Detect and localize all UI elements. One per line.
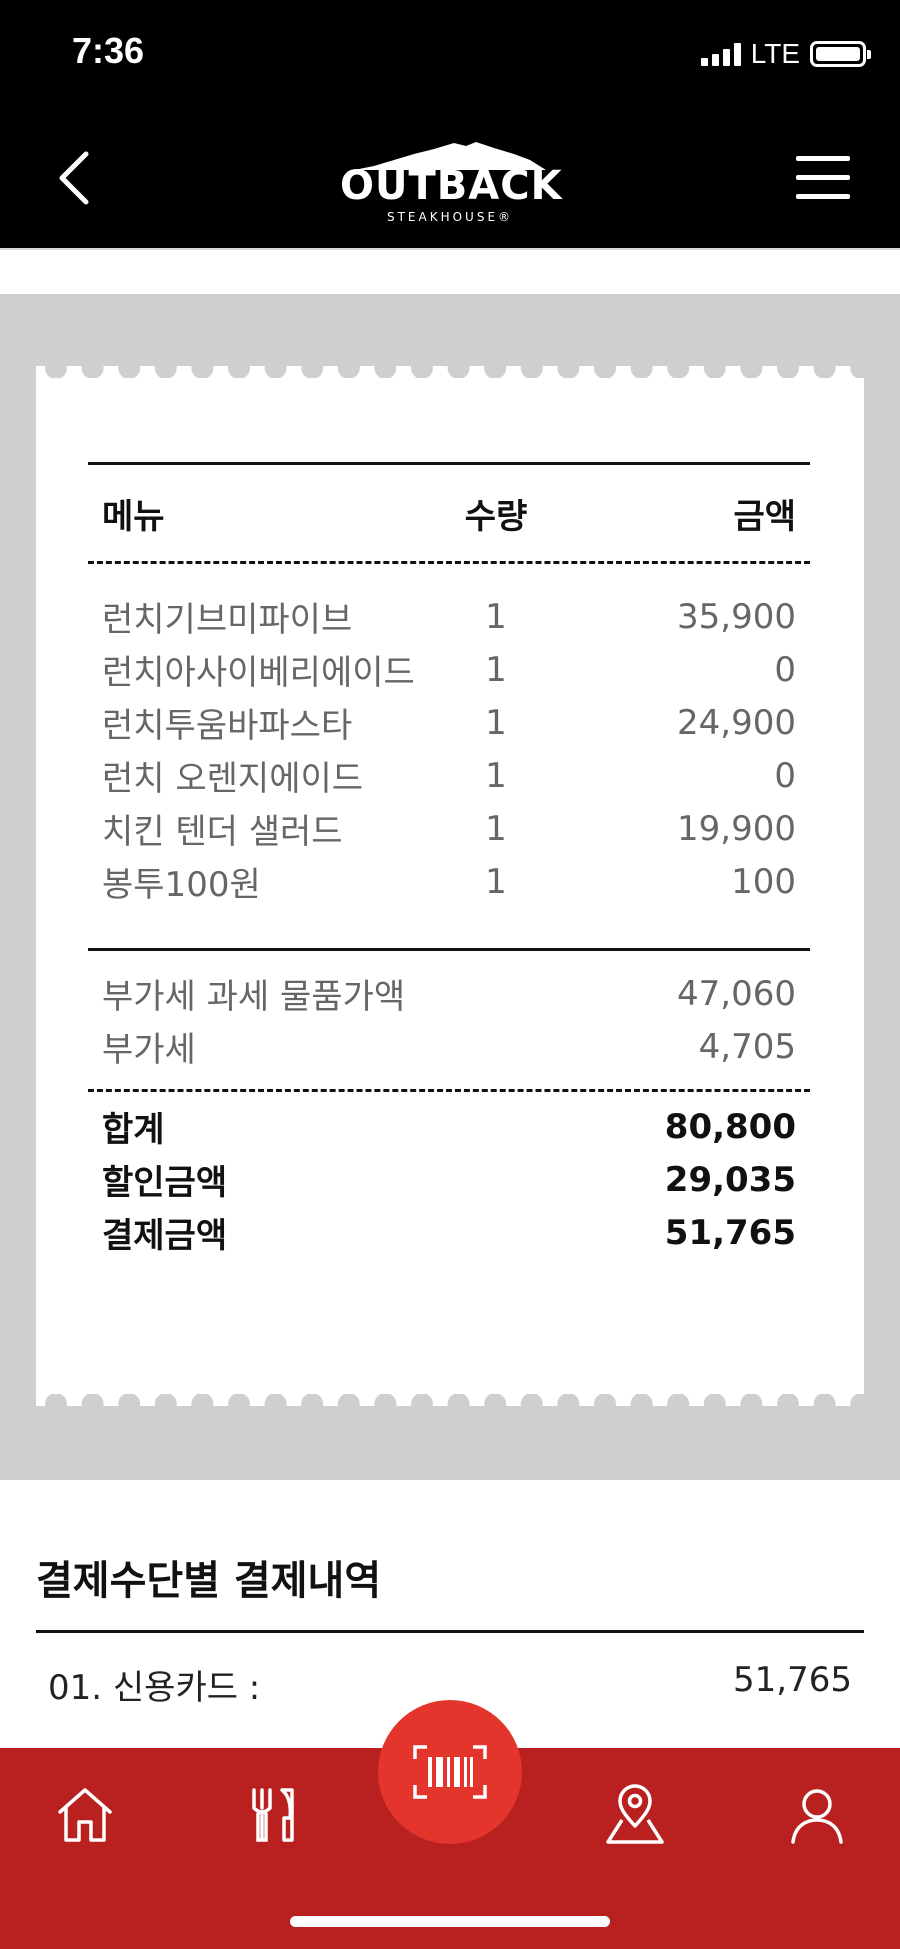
list-item: 런치기브미파이브 1 35,900 — [88, 590, 810, 643]
item-name: 봉투100원 — [102, 865, 261, 905]
paid-amount: 51,765 — [664, 1212, 796, 1253]
menu-fork-knife-icon — [252, 1788, 294, 1842]
receipt-header-row: 메뉴 수량 금액 — [88, 465, 810, 561]
list-item: 런치아사이베리에이드 1 0 — [88, 643, 810, 696]
brand-name: OUTBACK — [340, 163, 563, 209]
battery-icon — [810, 41, 871, 67]
total-row: 합계 80,800 — [88, 1100, 810, 1153]
item-qty: 1 — [485, 808, 507, 849]
column-amount: 금액 — [733, 496, 796, 537]
receipt-card: 메뉴 수량 금액 런치기브미파이브 1 35,900 런치아사이베리에이드 1 … — [36, 358, 864, 1414]
payment-method: 01. 신용카드 : — [48, 1668, 261, 1708]
brand-logo[interactable]: OUTBACK STEAKHOUSE® — [340, 140, 563, 224]
home-indicator — [290, 1916, 610, 1927]
item-amount: 100 — [731, 861, 796, 902]
menu-button[interactable] — [796, 156, 850, 202]
item-name: 치킨 텐더 샐러드 — [102, 812, 343, 852]
location-pin-icon — [606, 1784, 664, 1844]
item-amount: 35,900 — [677, 596, 796, 637]
receipt-table: 메뉴 수량 금액 런치기브미파이브 1 35,900 런치아사이베리에이드 1 … — [88, 462, 810, 1259]
tax-row: 부가세 과세 물품가액 47,060 — [88, 967, 810, 1020]
nav-profile[interactable] — [782, 1780, 852, 1850]
back-button[interactable] — [50, 148, 100, 208]
discount-amount: 29,035 — [664, 1159, 796, 1200]
tax-amount: 4,705 — [698, 1026, 796, 1067]
paid-row: 결제금액 51,765 — [88, 1206, 810, 1259]
home-icon — [58, 1788, 112, 1842]
status-time: 7:36 — [72, 30, 145, 71]
top-bar: 7:36 LTE OUTBACK STEAKHOUSE® — [0, 0, 900, 248]
tax-label: 부가세 — [102, 1030, 196, 1070]
item-list: 런치기브미파이브 1 35,900 런치아사이베리에이드 1 0 런치투움바파스… — [88, 590, 810, 908]
item-qty: 1 — [485, 861, 507, 902]
item-amount: 24,900 — [677, 702, 796, 743]
list-item: 봉투100원 1 100 — [88, 855, 810, 908]
receipt-scallop-top — [45, 358, 864, 378]
logo-rock-icon — [354, 142, 546, 170]
item-name: 런치기브미파이브 — [102, 600, 353, 640]
tax-amount: 47,060 — [677, 973, 796, 1014]
total-amount: 80,800 — [664, 1106, 796, 1147]
item-name: 런치아사이베리에이드 — [102, 653, 415, 693]
column-menu: 메뉴 — [102, 496, 165, 537]
receipt-scallop-bottom — [45, 1394, 864, 1414]
list-item: 런치투움바파스타 1 24,900 — [88, 696, 810, 749]
list-item: 런치 오렌지에이드 1 0 — [88, 749, 810, 802]
total-label: 합계 — [102, 1110, 165, 1150]
discount-label: 할인금액 — [102, 1163, 228, 1203]
column-qty: 수량 — [464, 496, 528, 537]
paid-label: 결제금액 — [102, 1216, 228, 1256]
profile-icon — [791, 1789, 843, 1844]
nav-store-locator[interactable] — [600, 1780, 670, 1850]
payment-amount: 51,765 — [733, 1660, 852, 1700]
item-qty: 1 — [485, 596, 507, 637]
item-qty: 1 — [485, 755, 507, 796]
nav-home[interactable] — [50, 1780, 120, 1850]
chevron-left-icon — [59, 151, 89, 205]
tax-row: 부가세 4,705 — [88, 1020, 810, 1073]
signal-icon — [700, 42, 741, 66]
barcode-scan-icon — [413, 1745, 487, 1799]
hamburger-menu-icon — [796, 156, 850, 161]
item-qty: 1 — [485, 702, 507, 743]
payment-section-title: 결제수단별 결제내역 — [36, 1558, 382, 1604]
discount-row: 할인금액 29,035 — [88, 1153, 810, 1206]
item-qty: 1 — [485, 649, 507, 690]
tax-label: 부가세 과세 물품가액 — [102, 977, 406, 1017]
brand-subtitle: STEAKHOUSE® — [386, 210, 514, 224]
nav-menu[interactable] — [234, 1780, 304, 1850]
divider — [36, 1630, 864, 1633]
item-name: 런치 오렌지에이드 — [102, 759, 364, 799]
list-item: 치킨 텐더 샐러드 1 19,900 — [88, 802, 810, 855]
item-amount: 0 — [774, 755, 796, 796]
header-divider — [0, 248, 900, 250]
barcode-scan-button[interactable] — [378, 1700, 522, 1844]
item-name: 런치투움바파스타 — [102, 706, 353, 746]
item-amount: 19,900 — [677, 808, 796, 849]
network-label: LTE — [750, 38, 800, 69]
receipt-background: 메뉴 수량 금액 런치기브미파이브 1 35,900 런치아사이베리에이드 1 … — [0, 294, 900, 1480]
status-indicators: LTE — [700, 38, 871, 70]
item-amount: 0 — [774, 649, 796, 690]
